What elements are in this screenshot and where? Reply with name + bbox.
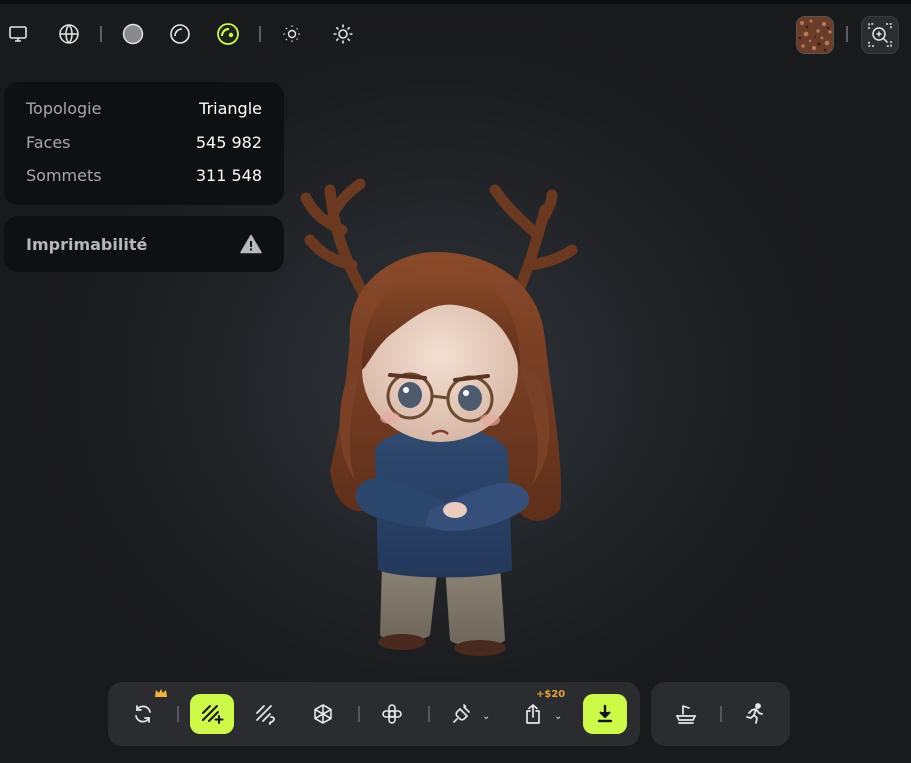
info-row-vertices: Sommets 311 548: [26, 159, 262, 193]
plugin-icon: [453, 704, 470, 723]
chevron-down-icon[interactable]: ⌄: [482, 711, 490, 722]
toolbar-separator: [846, 26, 848, 42]
side-toolbar: [651, 682, 790, 746]
regenerate-button[interactable]: [121, 694, 165, 734]
crown-icon: [155, 689, 167, 697]
texture-add-button[interactable]: [190, 694, 234, 734]
move-button[interactable]: [370, 694, 414, 734]
info-row-topology: Topologie Triangle: [26, 92, 262, 126]
mesh-button[interactable]: [301, 694, 345, 734]
matcap-sphere-icon[interactable]: [164, 18, 196, 50]
regenerate-icon: [135, 705, 151, 723]
mesh-info-panel: Topologie Triangle Faces 545 982 Sommets…: [4, 82, 284, 205]
texture-add-icon: [202, 705, 224, 724]
wireframe-globe-icon[interactable]: [53, 18, 85, 50]
animate-button[interactable]: [733, 694, 777, 734]
plugin-button[interactable]: [440, 694, 484, 734]
toolbar-separator: [100, 26, 102, 42]
move-icon: [382, 704, 402, 724]
printability-panel[interactable]: Imprimabilité: [4, 216, 284, 272]
topology-label: Topologie: [26, 99, 102, 119]
export-button[interactable]: [511, 694, 555, 734]
mesh-icon: [314, 704, 332, 724]
faces-label: Faces: [26, 132, 71, 152]
light-dim-icon[interactable]: [276, 18, 308, 50]
zoom-icon: [868, 23, 892, 47]
model-preview[interactable]: [290, 170, 600, 680]
printability-label: Imprimabilité: [26, 234, 148, 254]
view-toolbar: [0, 14, 911, 54]
toolbar-separator: [259, 26, 261, 42]
topology-value: Triangle: [199, 99, 262, 119]
export-icon: [526, 704, 540, 724]
warning-icon: [240, 234, 262, 254]
zoom-focus-button[interactable]: [861, 16, 899, 54]
textured-sphere-icon[interactable]: [212, 18, 244, 50]
faces-value: 545 982: [195, 132, 262, 152]
texture-edit-icon: [256, 705, 275, 725]
animate-run-icon: [746, 703, 763, 724]
texture-edit-button[interactable]: [244, 694, 288, 734]
info-row-faces: Faces 545 982: [26, 126, 262, 160]
download-icon: [597, 704, 613, 723]
toolbar-separator: [720, 706, 722, 722]
vertices-value: 311 548: [195, 166, 262, 186]
light-bright-icon[interactable]: [327, 18, 359, 50]
price-tag: +$20: [536, 689, 566, 700]
monitor-icon[interactable]: [2, 18, 34, 50]
pose-platform-icon: [675, 705, 697, 724]
pose-platform-button[interactable]: [664, 694, 708, 734]
toolbar-separator: [177, 706, 179, 722]
chevron-down-icon[interactable]: ⌄: [554, 711, 562, 722]
solid-sphere-icon[interactable]: [117, 18, 149, 50]
vertices-label: Sommets: [26, 166, 102, 186]
window-top-edge: [0, 0, 911, 4]
toolbar-separator: [358, 706, 360, 722]
download-button[interactable]: [583, 694, 627, 734]
texture-thumbnail[interactable]: [796, 16, 834, 54]
toolbar-separator: [428, 706, 430, 722]
bottom-toolbar: ⌄ +$20 ⌄: [108, 682, 640, 746]
